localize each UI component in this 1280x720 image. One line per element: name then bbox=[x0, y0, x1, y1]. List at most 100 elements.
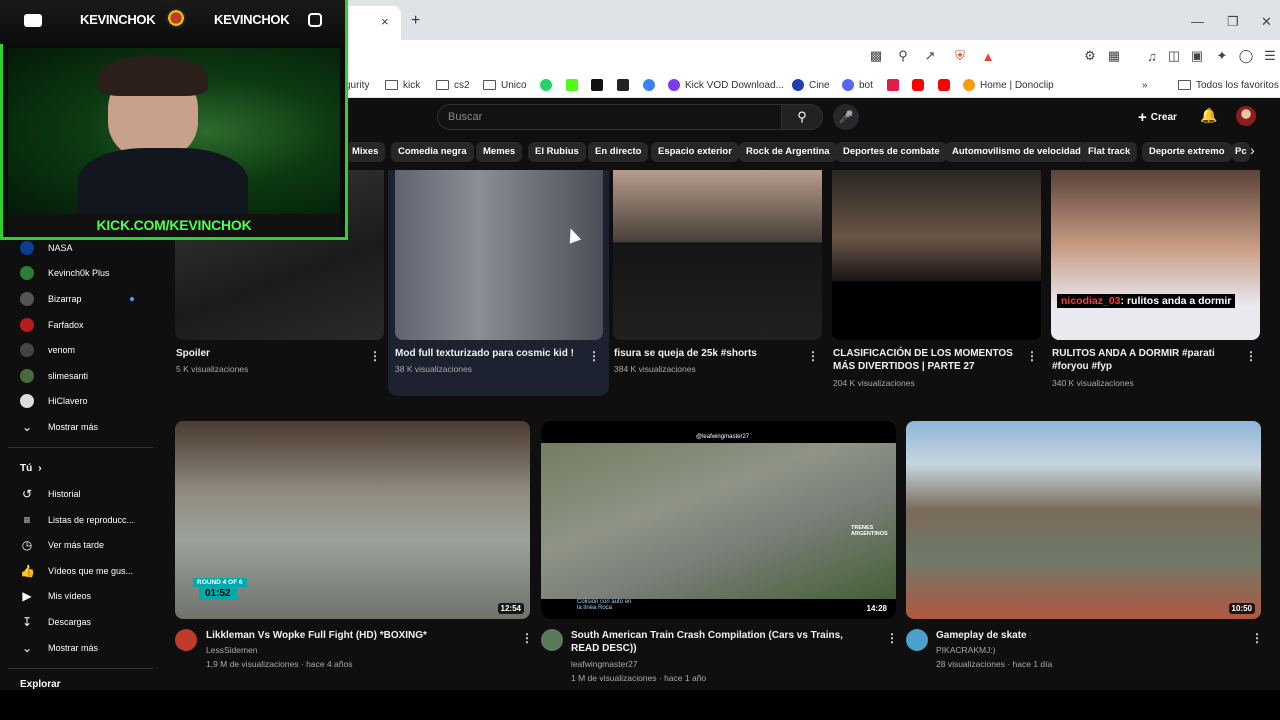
bookmark-kick[interactable]: kick bbox=[385, 76, 420, 94]
short-thumbnail[interactable] bbox=[1051, 170, 1260, 340]
new-tab-button[interactable]: + bbox=[411, 12, 420, 30]
chevron-right-icon[interactable]: › bbox=[1250, 142, 1255, 158]
sidebar-sub-venom[interactable]: venom bbox=[20, 340, 75, 360]
sidebar-watch-later[interactable]: ◷ Ver más tarde bbox=[20, 535, 104, 555]
short-thumbnail[interactable] bbox=[613, 170, 822, 340]
short-title[interactable]: Mod full texturizado para cosmic kid ! bbox=[395, 347, 580, 360]
sidebar-sub-farfadox[interactable]: Farfadox bbox=[20, 315, 84, 335]
chip-rock-argentina[interactable]: Rock de Argentina bbox=[739, 142, 837, 162]
extensions-icon[interactable]: ⚙ bbox=[1080, 46, 1100, 66]
create-button[interactable]: + Crear bbox=[1138, 106, 1177, 128]
bookmark-security[interactable]: gurity bbox=[345, 76, 369, 94]
brave-shield-icon[interactable]: ⛨ bbox=[950, 46, 970, 66]
bookmark-cine[interactable]: Cine bbox=[792, 76, 830, 94]
bookmark-youtube-2[interactable] bbox=[938, 76, 950, 94]
sidebar-my-videos[interactable]: ▶ Mis vídeos bbox=[20, 586, 91, 606]
sidebar-sub-slimesanti[interactable]: slimesanti bbox=[20, 366, 88, 386]
chip-memes[interactable]: Memes bbox=[476, 142, 523, 162]
bookmark-site[interactable] bbox=[617, 76, 629, 94]
maximize-icon[interactable]: ❐ bbox=[1227, 14, 1239, 30]
channel-avatar[interactable] bbox=[906, 629, 928, 651]
chip-comedia-negra[interactable]: Comedia negra bbox=[391, 142, 474, 162]
more-options-icon[interactable]: ⋮ bbox=[1245, 349, 1257, 363]
channel-name[interactable]: LessSidemen bbox=[206, 643, 258, 657]
minimize-icon[interactable]: — bbox=[1191, 14, 1204, 29]
menu-icon[interactable]: ☰ bbox=[1260, 46, 1280, 66]
sidebar-downloads[interactable]: ↧ Descargas bbox=[20, 612, 91, 632]
more-options-icon[interactable]: ⋮ bbox=[1251, 631, 1263, 645]
chip-mixes[interactable]: Mixes bbox=[345, 142, 386, 162]
channel-avatar[interactable] bbox=[175, 629, 197, 651]
microphone-icon[interactable]: 🎤 bbox=[833, 104, 859, 130]
sidebar-sub-hiclavero[interactable]: HiClavero bbox=[20, 391, 88, 411]
chip-pc[interactable]: Pc bbox=[1232, 142, 1250, 162]
video-title[interactable]: Likkleman Vs Wopke Full Fight (HD) *BOXI… bbox=[206, 629, 506, 642]
music-icon[interactable]: ♫ bbox=[1142, 46, 1162, 66]
bookmark-whatsapp[interactable] bbox=[540, 76, 552, 94]
cast-icon[interactable]: ▩ bbox=[866, 46, 886, 66]
video-title[interactable]: Gameplay de skate bbox=[936, 629, 1236, 642]
sidebar-you-header[interactable]: Tú › bbox=[20, 458, 42, 478]
sidebar-sub-bizarrap[interactable]: Bizarrap bbox=[20, 289, 82, 309]
sidebar-explore[interactable]: Explorar bbox=[20, 678, 61, 690]
more-options-icon[interactable]: ⋮ bbox=[1026, 349, 1038, 363]
chip-deportes-combate[interactable]: Deportes de combate bbox=[836, 142, 947, 162]
bookmark-cs2[interactable]: cs2 bbox=[436, 76, 470, 94]
notifications-bell-icon[interactable]: 🔔 bbox=[1200, 107, 1217, 124]
bookmark-chrome[interactable] bbox=[643, 76, 655, 94]
chip-automovilismo[interactable]: Automovilismo de velocidad bbox=[945, 142, 1088, 162]
channel-avatar[interactable] bbox=[541, 629, 563, 651]
sidebar-show-more-2[interactable]: ⌄ Mostrar más bbox=[20, 638, 98, 658]
sidebar-show-more[interactable]: ⌄ Mostrar más bbox=[20, 417, 98, 437]
more-options-icon[interactable]: ⋮ bbox=[521, 631, 533, 645]
bookmark-bot[interactable]: bot bbox=[842, 76, 873, 94]
chip-el-rubius[interactable]: El Rubius bbox=[528, 142, 586, 162]
bookmark-all-favorites[interactable]: Todos los favoritos bbox=[1178, 76, 1279, 94]
bookmark-red1[interactable] bbox=[887, 76, 899, 94]
short-title[interactable]: CLASIFICACIÓN DE LOS MOMENTOS MÁS DIVERT… bbox=[833, 347, 1018, 373]
video-title[interactable]: South American Train Crash Compilation (… bbox=[571, 629, 871, 655]
short-thumbnail[interactable] bbox=[832, 170, 1041, 340]
rewards-icon[interactable]: ▲ bbox=[978, 46, 998, 66]
bookmark-kick-vod[interactable]: Kick VOD Download... bbox=[668, 76, 784, 94]
more-options-icon[interactable]: ⋮ bbox=[807, 349, 819, 363]
video-thumbnail[interactable]: ROUND 4 OF 6 01:52 12:54 bbox=[175, 421, 530, 619]
sidebar-sub-nasa[interactable]: NASA bbox=[20, 238, 73, 258]
more-bookmarks[interactable]: » bbox=[1142, 76, 1148, 94]
sidebar-historial[interactable]: ↺ Historial bbox=[20, 484, 81, 504]
chip-deporte-extremo[interactable]: Deporte extremo bbox=[1142, 142, 1232, 162]
video-thumbnail[interactable]: @leafwingmaster27 Colisión con auto en l… bbox=[541, 421, 896, 619]
search-icon[interactable]: ⚲ bbox=[781, 104, 823, 130]
tab-close-icon[interactable]: × bbox=[381, 14, 389, 29]
share-icon[interactable]: ↗ bbox=[920, 46, 940, 66]
sidebar-icon[interactable]: ◫ bbox=[1164, 46, 1184, 66]
more-options-icon[interactable]: ⋮ bbox=[886, 631, 898, 645]
close-window-icon[interactable]: ✕ bbox=[1261, 14, 1272, 30]
video-thumbnail[interactable]: 10:50 bbox=[906, 421, 1261, 619]
channel-name[interactable]: leafwingmaster27 bbox=[571, 657, 638, 671]
puzzle-icon[interactable]: ▦ bbox=[1104, 46, 1124, 66]
short-title[interactable]: Spoiler bbox=[176, 347, 361, 360]
chip-espacio-exterior[interactable]: Espacio exterior bbox=[651, 142, 739, 162]
more-options-icon[interactable]: ⋮ bbox=[588, 349, 600, 363]
sidebar-sub-kevinch0k-plus[interactable]: Kevinch0k Plus bbox=[20, 263, 110, 283]
wallet-icon[interactable]: ▣ bbox=[1187, 46, 1207, 66]
short-title[interactable]: fisura se queja de 25k #shorts bbox=[614, 347, 799, 360]
vpn-icon[interactable]: ◯ bbox=[1236, 46, 1256, 66]
avatar[interactable] bbox=[1236, 106, 1256, 126]
more-options-icon[interactable]: ⋮ bbox=[369, 349, 381, 363]
chip-en-directo[interactable]: En directo bbox=[588, 142, 649, 162]
chip-flat-track[interactable]: Flat track bbox=[1081, 142, 1138, 162]
ai-icon[interactable]: ✦ bbox=[1212, 46, 1232, 66]
bookmark-youtube[interactable] bbox=[912, 76, 924, 94]
short-title[interactable]: RULITOS ANDA A DORMIR #parati #foryou #f… bbox=[1052, 347, 1237, 373]
bookmark-donoclip[interactable]: Home | Donoclip bbox=[963, 76, 1054, 94]
zoom-icon[interactable]: ⚲ bbox=[893, 46, 913, 66]
sidebar-liked-videos[interactable]: 👍 Vídeos que me gus... bbox=[20, 561, 133, 581]
bookmark-kick-logo[interactable] bbox=[566, 76, 578, 94]
channel-name[interactable]: PIKACRAKMJ:) bbox=[936, 643, 996, 657]
bookmark-tiktok[interactable] bbox=[591, 76, 603, 94]
short-thumbnail[interactable] bbox=[395, 170, 603, 340]
bookmark-unico[interactable]: Unico bbox=[483, 76, 527, 94]
search-input[interactable]: Buscar bbox=[437, 104, 782, 130]
